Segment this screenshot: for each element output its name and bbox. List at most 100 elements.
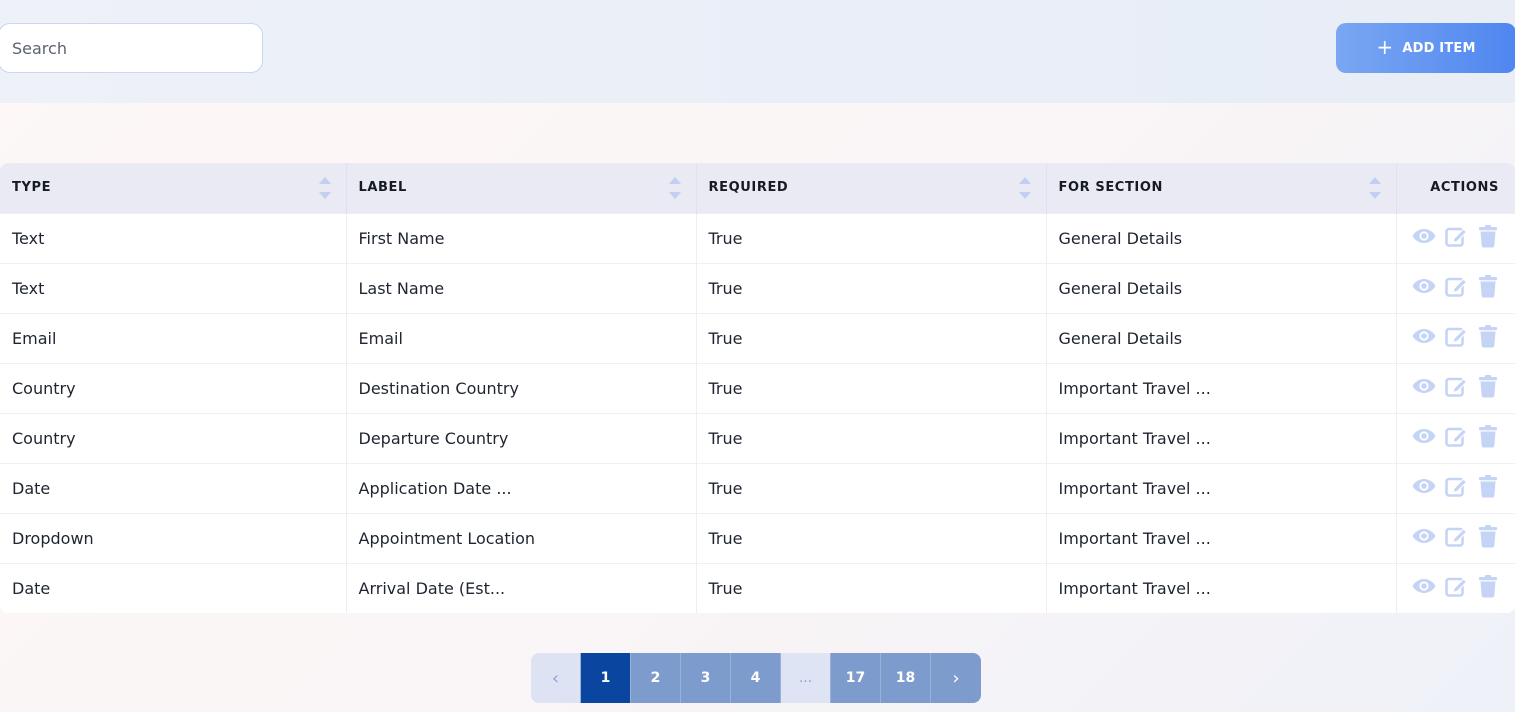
pagination-ellipsis[interactable]: ... — [781, 653, 831, 703]
cell-actions — [1396, 563, 1515, 613]
sort-icon[interactable] — [1018, 175, 1032, 201]
next-page-button[interactable]: › — [931, 653, 981, 703]
column-header-actions: ACTIONS — [1396, 163, 1515, 213]
cell-section: Important Travel ... — [1046, 463, 1397, 513]
table-row[interactable]: Dropdown Appointment Location True Importan… — [0, 513, 1515, 563]
column-header-label: ACTIONS — [1430, 180, 1499, 196]
table-row[interactable]: Country Departure Country True Important Tr… — [0, 413, 1515, 463]
edit-icon[interactable] — [1444, 524, 1468, 548]
trash-icon[interactable] — [1477, 324, 1501, 348]
table-row[interactable]: Date Application Date ... True Important Tr… — [0, 463, 1515, 513]
cell-type: Email — [0, 313, 347, 363]
column-header-label: LABEL — [358, 180, 407, 196]
table-row[interactable]: Country Destination Country True Important … — [0, 363, 1515, 413]
pagination: ‹ 1 2 3 4... 17 18 › — [531, 653, 981, 703]
cell-type: Country — [0, 363, 347, 413]
eye-icon[interactable] — [1411, 224, 1435, 248]
cell-label: Last Name — [346, 263, 697, 313]
cell-label: Arrival Date (Est... — [346, 563, 697, 613]
cell-type: Date — [0, 563, 347, 613]
cell-label: Application Date ... — [346, 463, 697, 513]
cell-label: Destination Country — [346, 363, 697, 413]
cell-label: Departure Country — [346, 413, 697, 463]
cell-required: True — [696, 313, 1047, 363]
cell-actions — [1396, 313, 1515, 363]
table-row[interactable]: Text First Name True General Details — [0, 213, 1515, 263]
prev-page-button[interactable]: ‹ — [531, 653, 581, 703]
cell-section: General Details — [1046, 313, 1397, 363]
edit-icon[interactable] — [1444, 574, 1468, 598]
cell-section: Important Travel ... — [1046, 513, 1397, 563]
table-row[interactable]: Email Email True General Details — [0, 313, 1515, 363]
eye-icon[interactable] — [1411, 474, 1435, 498]
cell-actions — [1396, 263, 1515, 313]
cell-required: True — [696, 413, 1047, 463]
trash-icon[interactable] — [1477, 374, 1501, 398]
items-table: TYPE LABEL REQUIRED FOR SECTION ACTIONS — [0, 163, 1515, 613]
cell-required: True — [696, 463, 1047, 513]
page-button[interactable]: 1 — [581, 653, 631, 703]
cell-required: True — [696, 213, 1047, 263]
page-button[interactable]: 17 — [831, 653, 881, 703]
trash-icon[interactable] — [1477, 474, 1501, 498]
top-toolbar: + ADD ITEM — [0, 0, 1515, 103]
column-header-label[interactable]: LABEL — [346, 163, 697, 213]
table-row[interactable]: Text Last Name True General Details — [0, 263, 1515, 313]
column-header-type[interactable]: TYPE — [0, 163, 347, 213]
trash-icon[interactable] — [1477, 274, 1501, 298]
sort-icon[interactable] — [1368, 175, 1382, 201]
page-button[interactable]: 4 — [731, 653, 781, 703]
plus-icon: + — [1376, 35, 1394, 59]
column-header-label: REQUIRED — [708, 180, 789, 196]
eye-icon[interactable] — [1411, 274, 1435, 298]
edit-icon[interactable] — [1444, 274, 1468, 298]
add-item-button[interactable]: + ADD ITEM — [1336, 23, 1515, 73]
eye-icon[interactable] — [1411, 424, 1435, 448]
column-header-label: TYPE — [12, 180, 52, 196]
edit-icon[interactable] — [1444, 474, 1468, 498]
cell-type: Dropdown — [0, 513, 347, 563]
cell-required: True — [696, 563, 1047, 613]
edit-icon[interactable] — [1444, 324, 1468, 348]
page-button[interactable]: 2 — [631, 653, 681, 703]
edit-icon[interactable] — [1444, 224, 1468, 248]
cell-label: First Name — [346, 213, 697, 263]
eye-icon[interactable] — [1411, 324, 1435, 348]
cell-actions — [1396, 363, 1515, 413]
sort-icon[interactable] — [668, 175, 682, 201]
cell-required: True — [696, 263, 1047, 313]
cell-section: General Details — [1046, 263, 1397, 313]
cell-label: Appointment Location — [346, 513, 697, 563]
cell-actions — [1396, 463, 1515, 513]
add-item-label: ADD ITEM — [1402, 40, 1476, 56]
page-button[interactable]: 18 — [881, 653, 931, 703]
edit-icon[interactable] — [1444, 374, 1468, 398]
cell-actions — [1396, 413, 1515, 463]
trash-icon[interactable] — [1477, 224, 1501, 248]
eye-icon[interactable] — [1411, 374, 1435, 398]
cell-required: True — [696, 513, 1047, 563]
column-header-for-section[interactable]: FOR SECTION — [1046, 163, 1397, 213]
trash-icon[interactable] — [1477, 424, 1501, 448]
cell-section: Important Travel ... — [1046, 413, 1397, 463]
cell-type: Text — [0, 213, 347, 263]
trash-icon[interactable] — [1477, 524, 1501, 548]
trash-icon[interactable] — [1477, 574, 1501, 598]
sort-icon[interactable] — [318, 175, 332, 201]
cell-type: Text — [0, 263, 347, 313]
cell-required: True — [696, 363, 1047, 413]
search-input[interactable] — [0, 23, 263, 73]
column-header-required[interactable]: REQUIRED — [696, 163, 1047, 213]
page-button[interactable]: 3 — [681, 653, 731, 703]
column-header-label: FOR SECTION — [1058, 180, 1163, 196]
edit-icon[interactable] — [1444, 424, 1468, 448]
cell-section: Important Travel ... — [1046, 563, 1397, 613]
cell-actions — [1396, 213, 1515, 263]
cell-section: Important Travel ... — [1046, 363, 1397, 413]
cell-type: Date — [0, 463, 347, 513]
eye-icon[interactable] — [1411, 574, 1435, 598]
table-header-row: TYPE LABEL REQUIRED FOR SECTION ACTIONS — [0, 163, 1515, 213]
table-row[interactable]: Date Arrival Date (Est... True Important Tr… — [0, 563, 1515, 613]
cell-section: General Details — [1046, 213, 1397, 263]
eye-icon[interactable] — [1411, 524, 1435, 548]
